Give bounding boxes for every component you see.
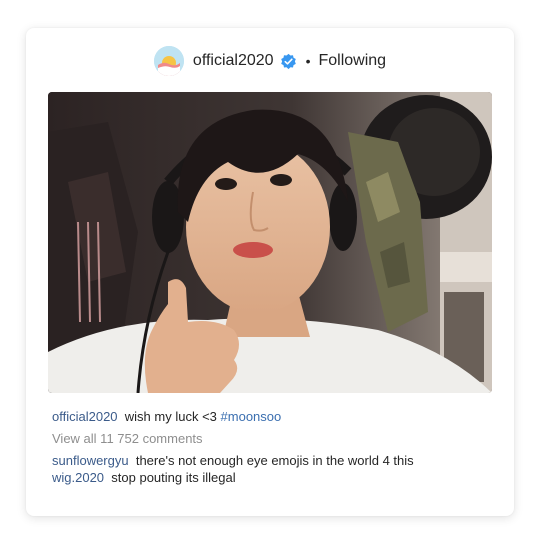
verified-badge-icon [280, 53, 296, 69]
comment-row: sunflowergyu there's not enough eye emoj… [52, 452, 492, 469]
sunrise-avatar-icon [153, 46, 184, 76]
header-separator: • [305, 53, 311, 69]
post-card: official2020 • Following official2020 wi… [26, 28, 514, 516]
header-username[interactable]: official2020 [193, 52, 274, 70]
caption-text: wish my luck <3 [124, 409, 217, 424]
post-header: official2020 • Following [26, 45, 514, 77]
comment-username[interactable]: wig.2020 [52, 470, 104, 485]
comment-text: there's not enough eye emojis in the wor… [135, 453, 414, 468]
caption-line: official2020 wish my luck <3 #moonsoo [52, 408, 492, 425]
following-button[interactable]: Following [318, 52, 386, 70]
caption-area: official2020 wish my luck <3 #moonsoo Vi… [52, 408, 492, 486]
post-photo-image [48, 92, 492, 393]
post-photo[interactable] [48, 92, 492, 393]
comment-text: stop pouting its illegal [111, 470, 236, 485]
comment-row: wig.2020 stop pouting its illegal [52, 469, 492, 486]
avatar[interactable] [153, 46, 184, 76]
caption-hashtag[interactable]: #moonsoo [221, 409, 282, 424]
view-all-comments-link[interactable]: View all 11 752 comments [52, 430, 492, 447]
caption-username[interactable]: official2020 [52, 409, 118, 424]
comment-username[interactable]: sunflowergyu [52, 453, 129, 468]
